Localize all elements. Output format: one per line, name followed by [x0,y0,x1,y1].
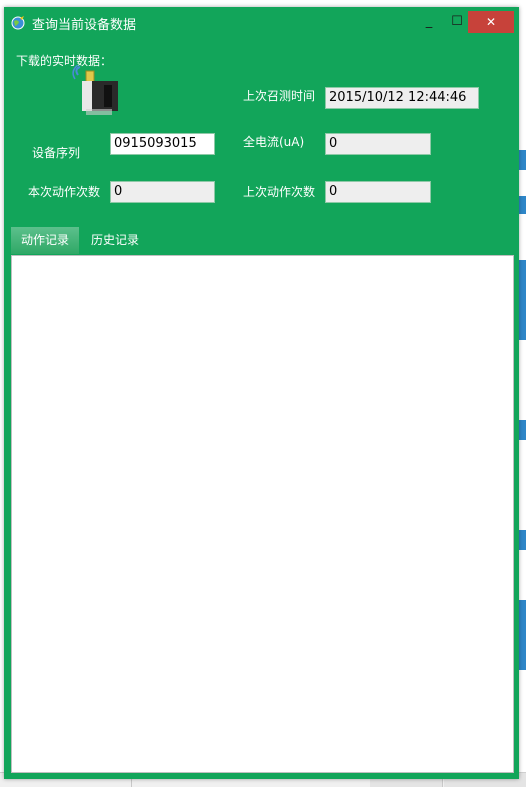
minimize-button[interactable]: _ [416,11,442,33]
last-call-time-label: 上次召测时间 [243,89,316,103]
last-call-time-field[interactable]: 2015/10/12 12:44:46 [325,87,479,109]
tab-action-records[interactable]: 动作记录 [11,227,79,254]
current-action-count-label: 本次动作次数 [28,185,101,199]
last-action-count-label: 上次动作次数 [243,185,316,199]
current-action-count-field[interactable]: 0 [110,181,215,203]
minimize-icon: _ [425,14,433,29]
device-serial-label: 设备序列 [32,146,81,160]
last-action-count-field[interactable]: 0 [325,181,431,203]
full-current-label: 全电流(uA) [243,135,305,149]
tab-history-records[interactable]: 历史记录 [81,227,149,254]
full-current-field[interactable]: 0 [325,133,431,155]
background-strip [519,150,526,170]
background-strip [519,260,526,340]
background-strip [519,530,526,550]
close-button[interactable]: ✕ [468,11,514,33]
close-icon: ✕ [485,15,497,29]
maximize-icon: ☐ [451,14,463,29]
device-icon [72,65,118,115]
globe-icon [11,16,25,30]
query-device-data-window: 查询当前设备数据 _ ☐ ✕ 下载的实时数据： 上次召测时间 2015/10/1… [4,7,519,779]
title-bar[interactable]: 查询当前设备数据 _ ☐ ✕ [4,7,519,37]
background-top-strip [0,0,526,6]
background-strip [519,420,526,440]
window-title: 查询当前设备数据 [32,18,137,33]
maximize-button[interactable]: ☐ [444,11,470,33]
background-strip [519,196,526,214]
records-panel[interactable] [11,255,514,773]
device-serial-field[interactable]: 0915093015 [110,133,215,155]
background-strip [519,600,526,670]
